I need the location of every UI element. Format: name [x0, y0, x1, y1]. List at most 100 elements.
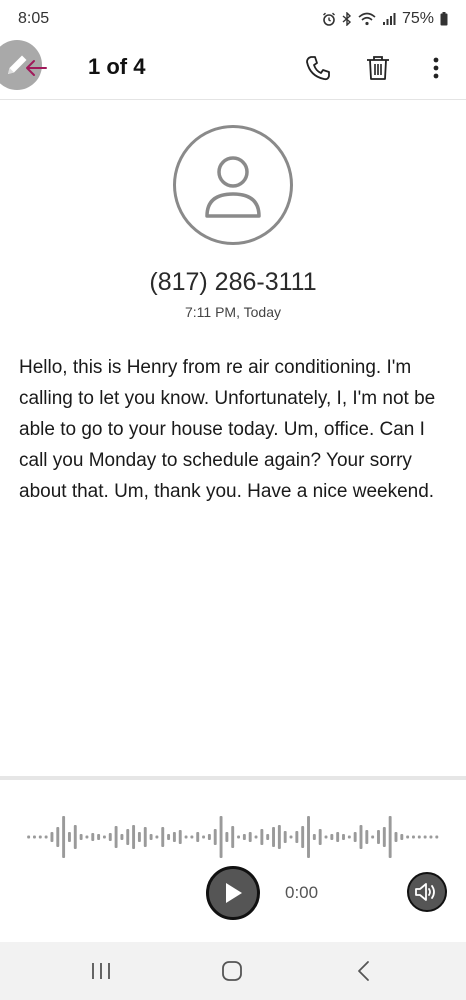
waveform-bar	[353, 832, 357, 842]
waveform-bar	[330, 834, 334, 840]
waveform-bar	[132, 825, 136, 849]
waveform-bar	[342, 834, 345, 840]
header: 1 of 4	[0, 40, 466, 100]
waveform-bar	[97, 834, 101, 840]
waveform-bar	[266, 834, 270, 840]
waveform-bar	[79, 834, 83, 840]
waveform-bar	[137, 832, 141, 842]
waveform-bar	[196, 832, 200, 842]
back-arrow-icon	[26, 60, 47, 76]
play-button[interactable]	[206, 866, 260, 920]
recents-icon	[92, 963, 110, 979]
more-options-button[interactable]	[420, 52, 452, 84]
signal-icon	[382, 12, 396, 26]
waveform-bar	[237, 835, 240, 839]
delete-button[interactable]	[362, 52, 394, 84]
waveform-bar	[406, 835, 410, 839]
call-time: 7:11 PM, Today	[185, 304, 281, 320]
waveform-bar	[277, 825, 281, 849]
waveform-bar	[126, 829, 130, 845]
back-icon	[358, 961, 369, 981]
waveform-bar	[67, 832, 71, 842]
waveform-bar	[108, 833, 112, 841]
waveform-bar	[202, 835, 206, 839]
waveform-bar	[318, 829, 322, 845]
speaker-button[interactable]	[407, 872, 447, 912]
waveform-bar	[312, 834, 316, 840]
divider	[0, 776, 466, 780]
waveform-bar	[260, 829, 264, 845]
waveform-bar	[435, 835, 439, 839]
waveform-bar	[178, 830, 182, 844]
voicemail-transcript: Hello, this is Henry from re air conditi…	[19, 357, 436, 502]
waveform-bar	[382, 827, 386, 847]
recents-button[interactable]	[88, 958, 114, 984]
call-button[interactable]	[302, 52, 334, 84]
trash-icon	[367, 56, 389, 80]
system-back-button[interactable]	[351, 958, 377, 984]
waveform-bar	[429, 835, 433, 839]
status-bar: 8:05 75%	[0, 0, 466, 40]
waveform-bar	[248, 832, 252, 842]
waveform-bar	[417, 835, 421, 839]
bluetooth-icon	[342, 12, 352, 26]
waveform-bar	[324, 835, 328, 839]
waveform-bar	[225, 832, 229, 842]
waveform-bar	[27, 835, 31, 839]
waveform-bar	[371, 835, 375, 839]
waveform-bar	[62, 816, 66, 858]
home-icon	[222, 961, 242, 981]
speaker-icon	[415, 883, 435, 901]
waveform-bar	[365, 830, 369, 844]
avatar	[173, 125, 293, 245]
phone-icon	[306, 56, 330, 81]
waveform-bar	[394, 832, 398, 842]
waveform-bar	[38, 835, 42, 839]
waveform-bar	[231, 826, 235, 848]
waveform-bar	[85, 835, 89, 839]
waveform-bar	[254, 835, 258, 839]
waveform-bar	[149, 834, 153, 840]
waveform-bar	[73, 825, 77, 849]
waveform-bar	[167, 834, 171, 840]
page-title: 1 of 4	[88, 54, 146, 79]
waveform-bar	[190, 835, 194, 839]
home-button[interactable]	[219, 958, 245, 984]
battery-icon	[440, 12, 448, 26]
waveform-bar	[102, 835, 106, 839]
waveform-bar	[388, 816, 392, 858]
waveform-bar	[161, 827, 165, 847]
waveform-bar	[172, 832, 176, 842]
audio-waveform[interactable]	[26, 812, 440, 862]
waveform-bar	[50, 832, 54, 842]
back-button[interactable]	[22, 54, 50, 82]
waveform-bar	[336, 832, 340, 842]
waveform-bar	[412, 835, 415, 839]
waveform-bar	[143, 827, 147, 847]
waveform-bar	[44, 835, 48, 839]
waveform-bar	[114, 826, 118, 848]
waveform-bar	[219, 816, 223, 858]
waveform-bar	[289, 835, 293, 839]
waveform-bar	[295, 831, 299, 843]
waveform-bar	[242, 834, 246, 840]
phone-number: (817) 286-3111	[149, 268, 317, 296]
waveform-bar	[272, 827, 275, 847]
wifi-icon	[358, 12, 376, 26]
waveform-bar	[207, 834, 211, 840]
waveform-bar	[377, 830, 380, 844]
waveform-bar	[155, 835, 159, 839]
waveform-bar	[184, 835, 188, 839]
waveform-bar	[120, 834, 124, 840]
battery-percent: 75%	[401, 10, 434, 27]
waveform-bar	[307, 816, 310, 858]
waveform-bar	[213, 829, 217, 845]
waveform-bar	[400, 834, 404, 840]
alarm-icon	[322, 12, 336, 26]
status-icons: 75%	[322, 10, 448, 28]
more-vert-icon	[433, 57, 439, 79]
waveform-bar	[423, 835, 427, 839]
playback-time: 0:00	[285, 883, 319, 902]
waveform-bar	[283, 831, 287, 843]
waveform-bar	[91, 833, 95, 841]
